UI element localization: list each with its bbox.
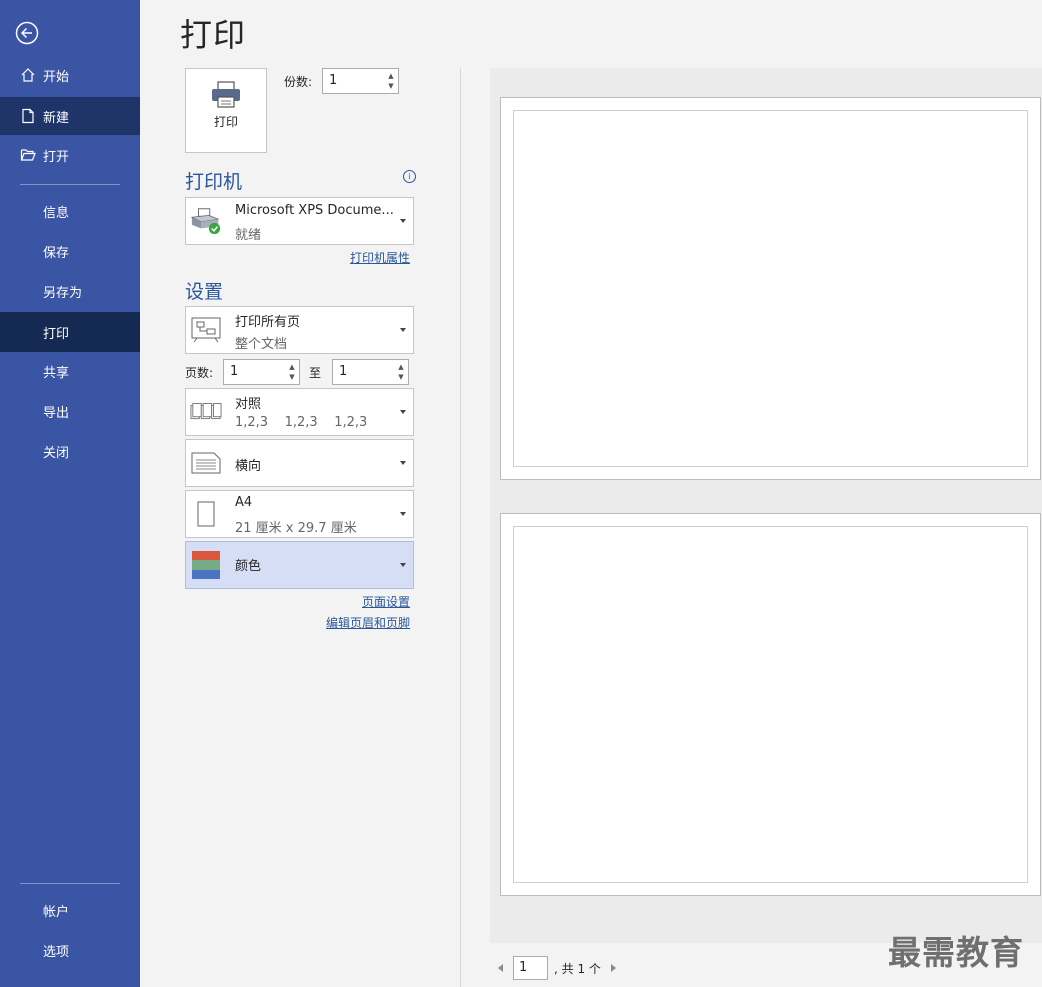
decrement-arrow-icon[interactable]: ▼: [386, 81, 396, 91]
page-margin-guide: [513, 110, 1028, 467]
sidebar-item-label: 另存为: [43, 285, 83, 301]
sidebar-item-print[interactable]: 打印: [0, 312, 140, 352]
decrement-arrow-icon[interactable]: ▼: [287, 372, 297, 382]
pages-label: 页数:: [185, 366, 214, 380]
sidebar-item-label: 打开: [43, 149, 70, 165]
sidebar-item-home[interactable]: 开始: [0, 57, 140, 93]
collate-title: 对照: [235, 397, 262, 412]
page-setup-link[interactable]: 页面设置: [362, 593, 410, 610]
sidebar-divider: [20, 184, 120, 185]
watermark: 最需教育: [888, 933, 1024, 972]
page-title: 打印: [180, 16, 247, 54]
pane-divider: [460, 68, 461, 987]
pages-from-stepper[interactable]: 1 ▲ ▼: [223, 359, 300, 385]
next-page-icon[interactable]: [610, 964, 616, 972]
orientation-dropdown[interactable]: 横向: [185, 439, 414, 487]
increment-arrow-icon[interactable]: ▲: [386, 71, 396, 81]
printer-status: 就绪: [235, 228, 262, 243]
chevron-down-icon: [400, 410, 406, 414]
orientation-title: 横向: [235, 459, 262, 474]
printer-ready-icon: [190, 205, 222, 237]
chevron-down-icon: [400, 461, 406, 465]
printer-dropdown[interactable]: Microsoft XPS Docume... 就绪: [185, 197, 414, 245]
print-range-dropdown[interactable]: 打印所有页 整个文档: [185, 306, 414, 354]
chevron-down-icon: [400, 563, 406, 567]
edit-header-footer-link[interactable]: 编辑页眉和页脚: [326, 614, 410, 631]
print-button[interactable]: 打印: [185, 68, 267, 153]
sidebar-item-label: 共享: [43, 365, 70, 381]
settings-section-heading: 设置: [185, 281, 224, 303]
pages-to-stepper[interactable]: 1 ▲ ▼: [332, 359, 409, 385]
printer-name: Microsoft XPS Docume...: [235, 203, 394, 218]
sidebar-item-new[interactable]: 新建: [0, 97, 140, 135]
pages-from-value[interactable]: 1: [230, 364, 238, 379]
copies-stepper[interactable]: 1 ▲ ▼: [322, 68, 399, 94]
color-dropdown[interactable]: 颜色: [185, 541, 414, 589]
color-title: 颜色: [235, 559, 262, 574]
printer-properties-link[interactable]: 打印机属性: [350, 249, 410, 266]
collate-subtitle: 1,2,3 1,2,3 1,2,3: [235, 415, 368, 430]
sidebar-item-label: 导出: [43, 405, 70, 421]
increment-arrow-icon[interactable]: ▲: [396, 362, 406, 372]
print-range-title: 打印所有页: [235, 315, 301, 330]
sidebar-item-info[interactable]: 信息: [0, 193, 140, 229]
sidebar-item-save[interactable]: 保存: [0, 233, 140, 269]
print-range-subtitle: 整个文档: [235, 337, 288, 352]
page-margin-guide: [513, 526, 1028, 883]
landscape-orientation-icon: [190, 447, 222, 479]
paper-size-subtitle: 21 厘米 x 29.7 厘米: [235, 521, 357, 536]
pages-to-value[interactable]: 1: [339, 364, 347, 379]
previous-page-icon[interactable]: [498, 964, 503, 972]
sidebar-item-close[interactable]: 关闭: [0, 433, 140, 469]
sidebar-item-label: 关闭: [43, 445, 70, 461]
copies-value[interactable]: 1: [329, 73, 337, 88]
preview-page: [500, 97, 1041, 480]
page-navigator: 1 , 共 1 个: [498, 956, 616, 980]
collate-icon: [190, 396, 222, 428]
sidebar-item-label: 帐户: [43, 904, 70, 920]
paper-size-title: A4: [235, 495, 253, 510]
page-count-text: , 共 1 个: [554, 961, 601, 976]
sidebar-item-label: 开始: [43, 69, 70, 85]
copies-label: 份数:: [284, 75, 313, 89]
sidebar-item-share[interactable]: 共享: [0, 353, 140, 389]
sidebar-item-account[interactable]: 帐户: [0, 892, 140, 928]
info-icon[interactable]: i: [403, 170, 416, 183]
paper-size-dropdown[interactable]: A4 21 厘米 x 29.7 厘米: [185, 490, 414, 538]
sidebar-divider: [20, 883, 120, 884]
print-range-icon: [190, 314, 222, 346]
print-button-label: 打印: [213, 115, 238, 129]
back-arrow-icon[interactable]: [15, 21, 39, 45]
preview-page: [500, 513, 1041, 896]
new-document-icon: [19, 107, 37, 125]
sidebar-item-save-as[interactable]: 另存为: [0, 273, 140, 309]
sidebar-item-open[interactable]: 打开: [0, 137, 140, 173]
sidebar-item-label: 信息: [43, 205, 70, 221]
decrement-arrow-icon[interactable]: ▼: [396, 372, 406, 382]
chevron-down-icon: [400, 328, 406, 332]
sidebar-item-label: 保存: [43, 245, 70, 261]
sidebar-item-label: 打印: [43, 326, 70, 342]
chevron-down-icon: [400, 219, 406, 223]
sidebar-item-options[interactable]: 选项: [0, 932, 140, 968]
open-folder-icon: [19, 146, 37, 164]
chevron-down-icon: [400, 512, 406, 516]
increment-arrow-icon[interactable]: ▲: [287, 362, 297, 372]
backstage-sidebar: 开始 新建 打开 信息 保存 另存为 打印 共享 导出 关闭 帐户 选项: [0, 0, 140, 987]
to-label: 至: [309, 366, 322, 380]
color-icon: [190, 549, 222, 581]
sidebar-item-export[interactable]: 导出: [0, 393, 140, 429]
printer-section-heading: 打印机: [185, 171, 243, 193]
paper-size-icon: [190, 498, 222, 530]
printer-icon: [210, 81, 242, 113]
collate-dropdown[interactable]: 对照 1,2,3 1,2,3 1,2,3: [185, 388, 414, 436]
sidebar-item-label: 新建: [43, 110, 70, 126]
sidebar-item-label: 选项: [43, 944, 70, 960]
current-page-input[interactable]: 1: [513, 956, 548, 980]
home-icon: [19, 66, 37, 84]
